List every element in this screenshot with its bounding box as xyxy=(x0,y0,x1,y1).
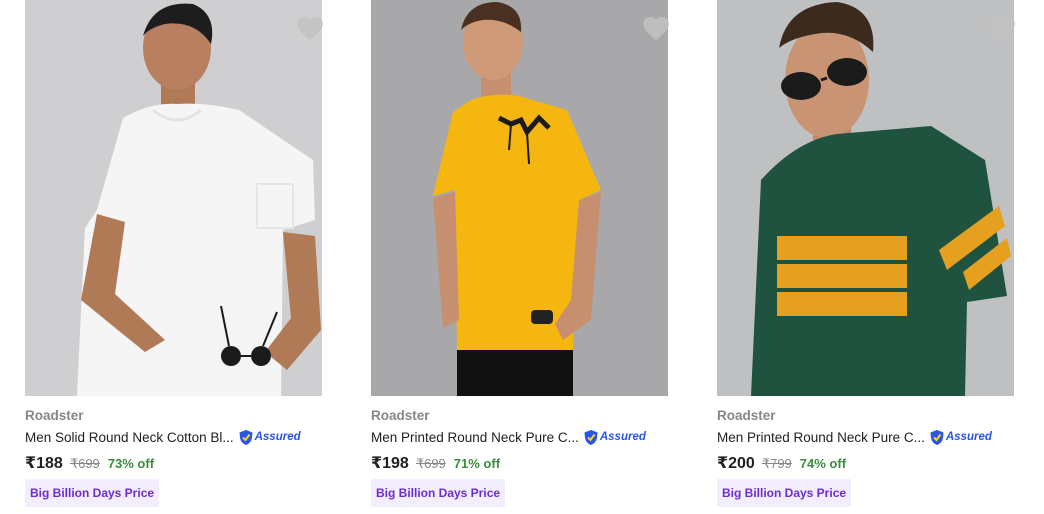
product-title[interactable]: Men Printed Round Neck Pure C... xyxy=(371,430,579,445)
heart-icon xyxy=(989,16,1015,41)
product-brand: Roadster xyxy=(371,408,430,423)
wishlist-button[interactable] xyxy=(641,14,671,42)
product-title[interactable]: Men Printed Round Neck Pure C... xyxy=(717,430,925,445)
assured-label: Assured xyxy=(599,431,646,443)
assured-badge: Assured xyxy=(238,429,301,446)
offer-tag: Big Billion Days Price xyxy=(371,479,506,507)
assured-badge: Assured xyxy=(583,429,646,446)
offer-tag: Big Billion Days Price xyxy=(717,479,852,507)
product-image[interactable] xyxy=(717,0,1014,396)
selling-price: ₹198 xyxy=(371,455,409,472)
assured-shield-icon xyxy=(930,429,944,445)
offer-tag: Big Billion Days Price xyxy=(25,479,160,507)
product-brand: Roadster xyxy=(717,408,776,423)
product-card[interactable]: Roadster Men Printed Round Neck Pure C..… xyxy=(371,0,671,514)
discount-percent: 71% off xyxy=(453,456,501,471)
heart-icon xyxy=(643,16,669,41)
product-image[interactable] xyxy=(371,0,668,396)
wishlist-button[interactable] xyxy=(295,14,325,42)
assured-shield-icon xyxy=(584,429,598,445)
wishlist-button[interactable] xyxy=(987,14,1017,42)
assured-badge: Assured xyxy=(929,429,992,446)
selling-price: ₹188 xyxy=(25,455,63,472)
product-brand: Roadster xyxy=(25,408,84,423)
assured-shield-icon xyxy=(239,429,253,445)
product-card[interactable]: Roadster Men Solid Round Neck Cotton Bl.… xyxy=(25,0,325,514)
assured-label: Assured xyxy=(254,431,301,443)
product-image[interactable] xyxy=(25,0,322,396)
discount-percent: 74% off xyxy=(799,456,847,471)
selling-price: ₹200 xyxy=(717,455,755,472)
original-price: ₹699 xyxy=(415,456,446,471)
product-card[interactable]: Roadster Men Printed Round Neck Pure C..… xyxy=(717,0,1017,514)
heart-icon xyxy=(297,16,323,41)
assured-label: Assured xyxy=(945,431,992,443)
original-price: ₹699 xyxy=(69,456,100,471)
product-title[interactable]: Men Solid Round Neck Cotton Bl... xyxy=(25,430,234,445)
discount-percent: 73% off xyxy=(107,456,155,471)
original-price: ₹799 xyxy=(761,456,792,471)
